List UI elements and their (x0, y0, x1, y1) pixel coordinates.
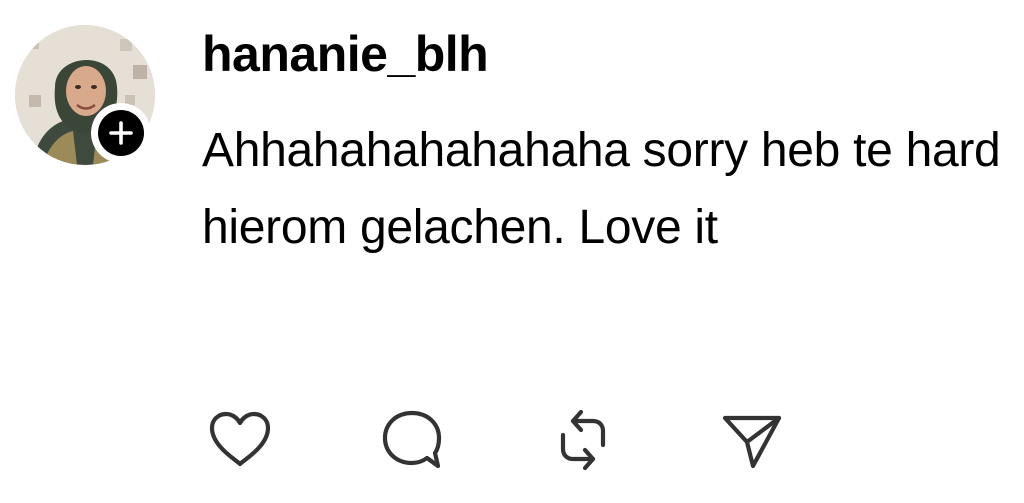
heart-icon (209, 411, 271, 467)
username[interactable]: hananie_blh (202, 24, 489, 84)
like-button[interactable] (205, 405, 275, 475)
comment-text: Ahhahahahahahaha sorry heb te hard hiero… (202, 124, 1001, 254)
comment-post: hananie_blh Ahhahahahahahaha sorry heb t… (0, 0, 1024, 503)
plus-icon (109, 121, 133, 145)
comment-bubble-icon (382, 410, 442, 469)
reply-button[interactable] (377, 405, 447, 475)
follow-badge (98, 110, 144, 156)
send-icon (722, 415, 782, 469)
repost-button[interactable] (548, 405, 618, 475)
share-button[interactable] (717, 405, 787, 475)
repost-icon (560, 409, 606, 471)
follow-button[interactable] (91, 103, 151, 163)
avatar-container[interactable] (15, 25, 155, 165)
